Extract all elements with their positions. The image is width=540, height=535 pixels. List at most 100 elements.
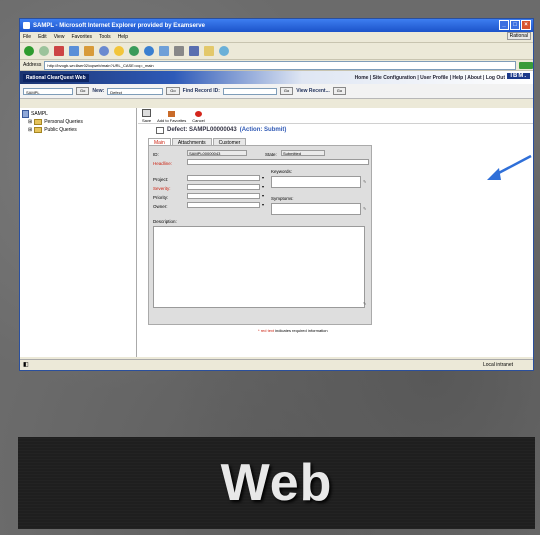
symptoms-edit-icon[interactable]: ✎ [363,207,367,211]
maximize-button[interactable]: □ [510,20,520,30]
headline-label: Headline: [153,161,173,166]
database-select[interactable]: SAMPL [23,87,73,95]
stop-icon[interactable] [54,46,64,56]
status-bar: ◧ Local intranet [20,359,533,370]
find-record-input[interactable] [222,87,277,95]
record-action-bar: Save Add to Favorites Cancel [138,108,533,124]
priority-label: Priority: [153,195,169,200]
record-action: (Action: Submit) [239,127,287,133]
expand-icon[interactable]: ⊞ [28,127,32,133]
media-icon[interactable] [129,46,139,56]
record-icon [156,126,164,134]
keywords-edit-icon[interactable]: ✎ [363,180,367,184]
print-icon[interactable] [174,46,184,56]
description-textarea[interactable] [153,226,365,308]
product-name: Rational ClearQuest Web [23,73,89,82]
priority-dropdown-icon[interactable]: ▾ [262,194,266,198]
tree-root[interactable]: SAMPL [22,110,134,118]
address-input[interactable]: http://bvogb-wn:8ser02/cqweb/main?URL_CA… [44,60,516,70]
mail-icon[interactable] [159,46,169,56]
find-record-label: Find Record ID: [182,88,220,94]
save-button[interactable]: Save [142,109,151,123]
home-icon[interactable] [84,46,94,56]
tree-item-label: Public Queries [44,127,77,133]
caption-text: Web [220,454,333,512]
id-field: SAMPL00000043 [187,150,247,156]
favorites-icon[interactable] [114,46,124,56]
add-to-favorites-button[interactable]: Add to Favorites [157,111,186,123]
back-icon[interactable] [24,46,34,56]
menu-edit[interactable]: Edit [38,34,47,40]
menu-file[interactable]: File [23,34,31,40]
go-button[interactable] [519,61,533,69]
favorites-add-icon [168,111,176,117]
state-field: Submitted [281,150,325,156]
description-label: Description: [153,219,177,224]
cancel-icon [194,111,202,117]
ie-icon [23,22,30,29]
messenger-icon[interactable] [219,46,229,56]
discuss-icon[interactable] [204,46,214,56]
view-recent-label[interactable]: View Recent... [296,88,330,94]
owner-select[interactable] [187,202,260,208]
project-dropdown-icon[interactable]: ▾ [262,176,266,180]
window-title: SAMPL - Microsoft Internet Explorer prov… [33,22,205,29]
keywords-input[interactable] [271,176,361,188]
edit-icon[interactable] [189,46,199,56]
app-banner: Rational ClearQuest Web Home | Site Conf… [20,71,533,84]
headline-input[interactable] [187,159,369,165]
go-button-4[interactable]: Go [332,87,347,95]
go-button-3[interactable]: Go [279,87,294,95]
add-to-favorites-label: Add to Favorites [157,118,187,123]
folder-icon [34,127,43,133]
required-star: * [258,328,260,333]
description-edit-icon[interactable]: ✎ [363,302,367,306]
record-panel: Save Add to Favorites Cancel Defect: SAM… [138,108,533,357]
menu-bar: File Edit View Favorites Tools Help Rati… [20,32,533,43]
menu-view[interactable]: View [54,34,65,40]
history-icon[interactable] [144,46,154,56]
address-label: Address [23,62,42,68]
project-label: Project: [153,177,169,182]
menu-tools[interactable]: Tools [99,34,111,40]
ibm-logo: IBM. [507,73,530,79]
severity-label: Severity: [153,186,171,191]
query-tree: SAMPL ⊞ Personal Queries ⊞ Public Querie… [20,108,137,357]
cancel-label: Cancel [192,118,205,123]
address-bar: Address http://bvogb-wn:8ser02/cqweb/mai… [20,60,533,71]
severity-select[interactable] [187,184,260,190]
go-button-2[interactable]: Go [166,87,180,95]
tree-item-personal-queries[interactable]: ⊞ Personal Queries [22,118,134,126]
forward-icon[interactable] [39,46,49,56]
browser-window: SAMPL - Microsoft Internet Explorer prov… [19,18,534,371]
owner-label: Owner: [153,204,168,209]
arrow-head [487,168,501,180]
folder-icon [34,119,43,125]
menu-help[interactable]: Help [118,34,128,40]
go-button-1[interactable]: Go [76,87,90,95]
search-icon[interactable] [99,46,109,56]
required-note: * red text indicates required informatio… [258,328,328,333]
record-id-title: Defect: SAMPL00000043 [167,127,237,133]
tree-item-public-queries[interactable]: ⊞ Public Queries [22,126,134,134]
priority-select[interactable] [187,193,260,199]
severity-dropdown-icon[interactable]: ▾ [262,185,266,189]
symptoms-input[interactable] [271,203,361,215]
cancel-button[interactable]: Cancel [192,111,205,123]
refresh-icon[interactable] [69,46,79,56]
close-button[interactable]: × [521,20,531,30]
required-note-text: indicates required information [275,328,328,333]
new-label: New: [92,88,105,94]
minimize-button[interactable]: _ [499,20,509,30]
page-icon: ◧ [23,362,29,368]
menu-favorites[interactable]: Favorites [71,34,92,40]
owner-dropdown-icon[interactable]: ▾ [262,203,266,207]
required-red-text: red text [260,328,275,333]
security-zone: Local intranet [482,362,513,368]
top-nav-links[interactable]: Home | Site Configuration | User Profile… [355,75,505,81]
new-record-type-select[interactable]: Defect [107,87,164,95]
expand-icon[interactable]: ⊞ [28,119,32,125]
save-icon [142,109,152,117]
command-bar: SAMPL Go New: Defect Go Find Record ID: … [20,84,533,99]
project-select[interactable] [187,175,260,181]
